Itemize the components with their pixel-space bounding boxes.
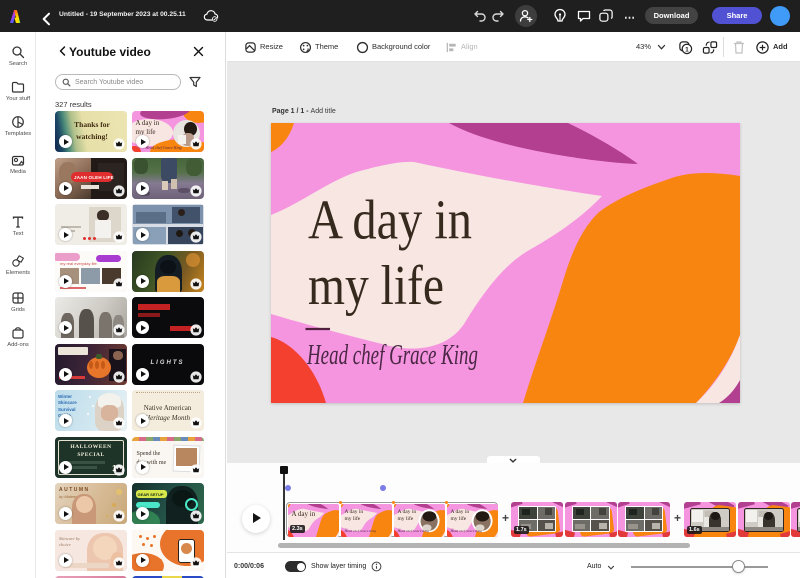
svg-text:A day in: A day in xyxy=(308,190,472,252)
svg-text:Head chef Grace King: Head chef Grace King xyxy=(306,339,478,371)
svg-text:my life: my life xyxy=(308,255,444,317)
svg-text:1: 1 xyxy=(685,46,689,53)
